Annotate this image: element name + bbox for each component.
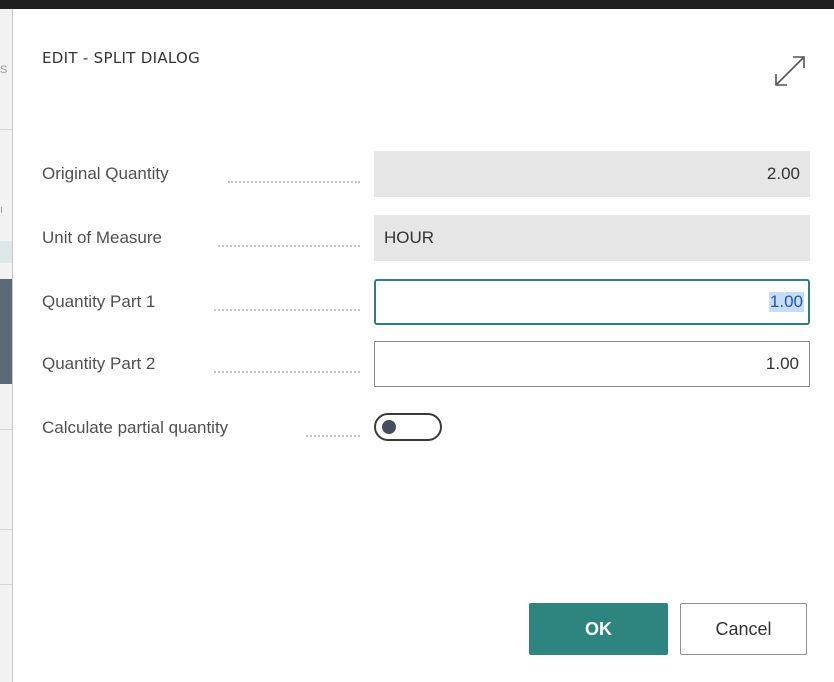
unit-of-measure-label: Unit of Measure xyxy=(42,228,162,247)
background-divider xyxy=(0,584,12,585)
background-highlight xyxy=(0,241,12,263)
expand-icon[interactable] xyxy=(772,53,808,89)
field-quantity-part-1: Quantity Part 1 1.00 xyxy=(42,279,812,325)
split-dialog: EDIT - SPLIT DIALOG Original Quantity 2.… xyxy=(14,9,834,682)
ok-button[interactable]: OK xyxy=(529,603,668,655)
calculate-partial-quantity-toggle[interactable] xyxy=(374,413,442,441)
top-border-bar xyxy=(0,0,834,9)
unit-of-measure-value: HOUR xyxy=(374,215,810,261)
dialog-title: EDIT - SPLIT DIALOG xyxy=(42,49,201,67)
background-divider xyxy=(0,529,12,530)
original-quantity-value: 2.00 xyxy=(374,151,810,197)
calculate-partial-quantity-label: Calculate partial quantity xyxy=(42,418,229,437)
background-divider xyxy=(0,429,12,430)
leader-dots xyxy=(214,291,360,311)
background-divider xyxy=(0,129,12,130)
leader-dots xyxy=(228,163,360,183)
toggle-knob xyxy=(382,420,396,434)
field-calculate-partial-quantity: Calculate partial quantity xyxy=(42,405,812,451)
field-quantity-part-2: Quantity Part 2 1.00 xyxy=(42,341,812,387)
page: S ı EDIT - SPLIT DIALOG Original Quantit… xyxy=(0,0,834,682)
original-quantity-label: Original Quantity xyxy=(42,164,169,183)
field-unit-of-measure: Unit of Measure HOUR xyxy=(42,215,812,261)
quantity-part-1-label: Quantity Part 1 xyxy=(42,292,156,311)
background-fragment: ı xyxy=(0,204,4,216)
quantity-part-1-selected-text: 1.00 xyxy=(768,292,804,312)
quantity-part-1-input[interactable]: 1.00 xyxy=(374,279,810,325)
quantity-part-2-label: Quantity Part 2 xyxy=(42,354,156,373)
quantity-part-2-input[interactable]: 1.00 xyxy=(374,341,810,387)
background-fragment: S xyxy=(0,64,8,76)
leader-dots xyxy=(218,227,360,247)
cancel-button[interactable]: Cancel xyxy=(680,603,807,655)
leader-dots xyxy=(306,417,360,437)
background-sidebar-block xyxy=(0,279,12,384)
background-page-edge: S ı xyxy=(0,9,13,682)
field-original-quantity: Original Quantity 2.00 xyxy=(42,151,812,197)
leader-dots xyxy=(214,353,360,373)
